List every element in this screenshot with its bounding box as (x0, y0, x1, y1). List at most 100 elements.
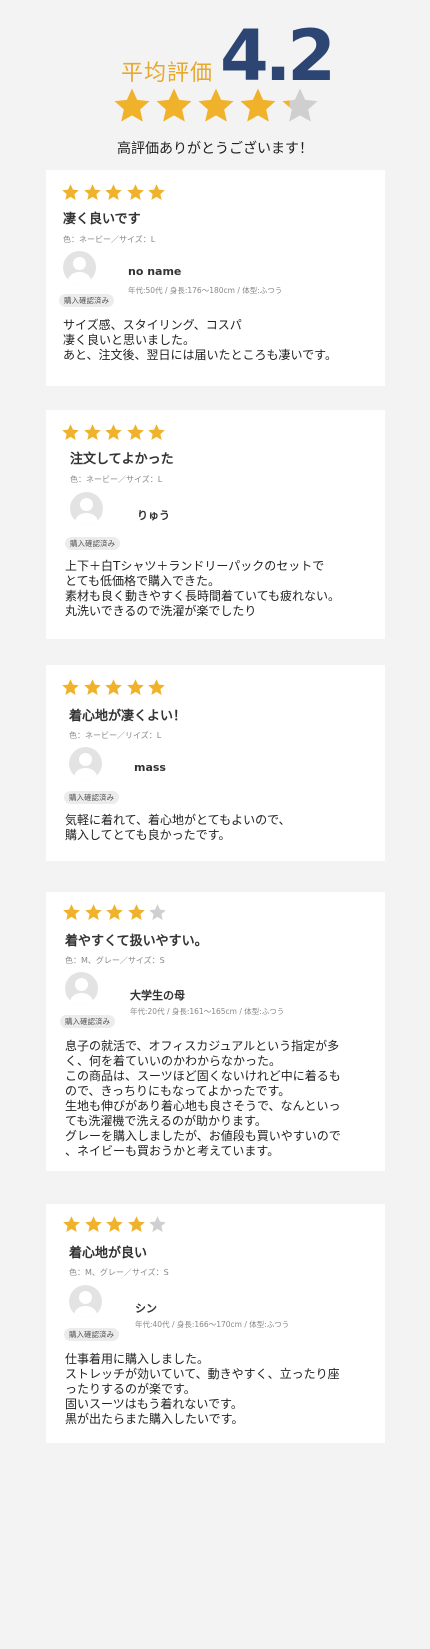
review-body-line: あと、注文後、翌日には届いたところも凄いです。 (63, 348, 337, 362)
star-filled-icon (126, 183, 145, 202)
review-body-line: 息子の就活で、オフィスカジュアルという指定が多 (65, 1039, 340, 1053)
review-body-line: 凄く良いと思いました。 (63, 333, 196, 347)
star-rating (61, 423, 171, 442)
star-filled-icon (84, 903, 103, 922)
review-body-line: ったりするのが楽です。 (65, 1382, 196, 1396)
review-variant: 色：M、グレー／サイズ：S (65, 956, 165, 965)
star-partial-icon (280, 86, 320, 126)
star-filled-icon (61, 183, 80, 202)
review-body-line: とても低価格で購入できた。 (65, 574, 221, 588)
review-title: 着心地が良い (69, 1246, 148, 1261)
review-variant: 色：M、グレー／サイズ：S (69, 1268, 169, 1277)
star-filled-icon (61, 678, 80, 697)
star-filled-icon (126, 423, 145, 442)
review-body-line: 仕事着用に購入しました。 (65, 1352, 210, 1366)
star-rating (62, 1215, 172, 1234)
review-variant: 色：ネービー／サイズ：L (63, 235, 156, 244)
review-card: 着心地が良い 色：M、グレー／サイズ：S シン 年代:40代 / 身長:166〜… (46, 1204, 385, 1443)
star-filled-icon (62, 903, 81, 922)
star-filled-icon (112, 86, 152, 126)
star-empty-icon (148, 903, 167, 922)
review-body: サイズ感、スタイリング、コスパ 凄く良いと思いました。 あと、注文後、翌日には届いた… (63, 318, 337, 363)
review-body-line: 購入してとても良かったです。 (65, 828, 231, 842)
reviewer-name: りゅう (137, 509, 170, 522)
reviewer-profile: 年代:40代 / 身長:166〜170cm / 体型:ふつう (135, 1320, 290, 1329)
review-body: 仕事着用に購入しました。 ストレッチが効いていて、動きやすく、立ったり座 ったりする… (65, 1352, 340, 1427)
review-page: 平均評価 4.2 高評価ありがとうございます！ 凄く良いです 色：ネービー／サイ… (0, 0, 430, 1649)
avatar (69, 1285, 102, 1318)
review-title: 着やすくて扱いやすい。 (65, 934, 208, 949)
review-body-line: ストレッチが効いていて、動きやすく、立ったり座 (65, 1367, 340, 1381)
review-body: 上下＋白Tシャツ＋ランドリーパックのセットで とても低価格で購入できた。 素材も良く… (65, 559, 340, 619)
review-body-line: ので、きっちりにもなってよかったです。 (65, 1084, 291, 1098)
star-filled-icon (104, 423, 123, 442)
star-filled-icon (104, 183, 123, 202)
review-variant: 色：ネービー／リイズ：L (69, 731, 162, 740)
star-filled-icon (147, 183, 166, 202)
star-filled-icon (83, 678, 102, 697)
star-filled-icon (83, 183, 102, 202)
avatar (63, 251, 96, 284)
star-filled-icon (147, 423, 166, 442)
verified-purchase-badge: 購入確認済み (59, 294, 114, 307)
review-body-line: 上下＋白Tシャツ＋ランドリーパックのセットで (65, 559, 325, 573)
review-body-line: サイズ感、スタイリング、コスパ (63, 318, 242, 332)
review-body: 息子の就活で、オフィスカジュアルという指定が多 く、何を着ていいのかわからなかった… (65, 1039, 341, 1159)
star-filled-icon (104, 678, 123, 697)
verified-purchase-badge: 購入確認済み (65, 537, 120, 550)
review-card: 着やすくて扱いやすい。 色：M、グレー／サイズ：S 大学生の母 年代:20代 /… (46, 892, 385, 1171)
review-body-line: く、何を着ていいのかわからなかった。 (65, 1054, 282, 1068)
star-rating (61, 678, 171, 697)
review-body-line: ても洗濯機で洗えるのが助かります。 (65, 1114, 267, 1128)
star-rating (61, 183, 171, 202)
review-body-line: 、ネイビーも買おうかと考えています。 (65, 1144, 280, 1158)
review-card: 着心地が凄くよい！ 色：ネービー／リイズ：L mass 購入確認済み 気軽に着れ… (46, 665, 385, 861)
star-empty-icon (148, 1215, 167, 1234)
rating-summary: 平均評価 4.2 高評価ありがとうございます！ (0, 0, 430, 170)
star-filled-icon (105, 1215, 124, 1234)
star-filled-icon (127, 1215, 146, 1234)
avatar (70, 492, 103, 525)
verified-purchase-badge: 購入確認済み (64, 791, 119, 804)
verified-purchase-badge: 購入確認済み (64, 1328, 119, 1341)
reviewer-name: 大学生の母 (130, 989, 185, 1002)
thanks-message: 高評価ありがとうございます！ (117, 141, 313, 157)
star-filled-icon (238, 86, 278, 126)
reviewer-name: シン (135, 1302, 157, 1315)
verified-purchase-badge: 購入確認済み (60, 1015, 115, 1028)
review-variant: 色：ネービー／サイズ：L (70, 475, 163, 484)
star-filled-icon (126, 678, 145, 697)
reviewer-profile: 年代:50代 / 身長:176〜180cm / 体型:ふつう (128, 286, 283, 295)
review-body-line: グレーを購入しましたが、お値段も買いやすいので (65, 1129, 341, 1143)
review-title: 着心地が凄くよい！ (69, 709, 187, 724)
star-filled-icon (61, 423, 80, 442)
avatar (69, 747, 102, 780)
reviewer-profile: 年代:20代 / 身長:161〜165cm / 体型:ふつう (130, 1007, 285, 1016)
review-body-line: この商品は、スーツほど固くないけれど中に着るも (65, 1069, 341, 1083)
average-rating-label: 平均評価 (121, 61, 214, 86)
star-filled-icon (147, 678, 166, 697)
reviewer-name: mass (134, 761, 166, 774)
reviewer-name: no name (128, 265, 182, 278)
review-body-line: 丸洗いできるので洗濯が楽でしたり (65, 604, 257, 618)
average-star-rating (112, 86, 327, 126)
average-rating-value: 4.2 (220, 15, 336, 97)
star-filled-icon (105, 903, 124, 922)
star-filled-icon (127, 903, 146, 922)
review-body: 気軽に着れて、着心地がとてもよいので、 購入してとても良かったです。 (65, 813, 291, 843)
review-body-line: 黒が出たらまた購入したいです。 (65, 1412, 244, 1426)
star-filled-icon (83, 423, 102, 442)
star-filled-icon (154, 86, 194, 126)
star-filled-icon (62, 1215, 81, 1234)
review-card: 凄く良いです 色：ネービー／サイズ：L no name 年代:50代 / 身長:… (46, 170, 385, 386)
review-card: 注文してよかった 色：ネービー／サイズ：L りゅう 購入確認済み 上下＋白Tシャ… (46, 410, 385, 639)
review-body-line: 固いスーツはもう着れないです。 (65, 1397, 243, 1411)
review-body-line: 気軽に着れて、着心地がとてもよいので、 (65, 813, 291, 827)
avatar (65, 972, 98, 1005)
review-body-line: 生地も伸びがあり着心地も良さそうで、なんといっ (65, 1099, 341, 1113)
review-title: 注文してよかった (70, 452, 174, 467)
review-title: 凄く良いです (63, 212, 141, 227)
star-filled-icon (196, 86, 236, 126)
star-rating (62, 903, 172, 922)
review-body-line: 素材も良く動きやすく長時間着ていても疲れない。 (65, 589, 341, 603)
